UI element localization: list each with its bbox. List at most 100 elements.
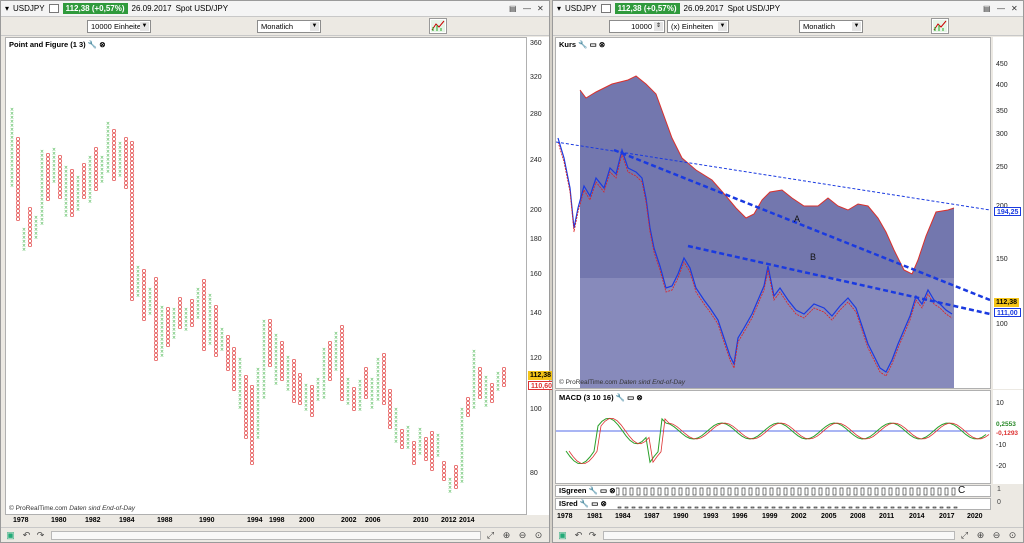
close-icon[interactable]: ✕ [1011,4,1018,13]
pnf-o-mark [153,284,159,290]
isred-panel[interactable]: ISred 🔧 ▭ ⊗ [555,498,991,510]
chart-settings-icon[interactable]: ▣ [5,530,16,541]
undo-icon[interactable]: ↶ [21,530,32,541]
wrench-icon[interactable]: 🔧 [589,486,598,495]
units-select[interactable]: (x) Einheiten ▼ [667,20,729,33]
pnf-o-mark [213,340,219,346]
zoom-fit-icon[interactable]: ⤢ [485,530,496,541]
close-icon[interactable]: ✕ [537,4,544,13]
pnf-o-mark [429,442,435,448]
zoom-fit-icon[interactable]: ⤢ [959,530,970,541]
isgreen-panel[interactable]: ISgreen 🔧 ▭ ⊗ C [555,485,991,497]
close-icon[interactable]: ⊗ [599,40,605,49]
symbol-label[interactable]: USDJPY [13,4,45,13]
window-icon[interactable]: ▭ [590,40,597,49]
window-icon[interactable]: ▭ [600,486,607,495]
pnf-o-mark [201,322,207,328]
pnf-o-mark [249,424,255,430]
minimize-icon[interactable]: — [523,4,531,13]
pnf-o-mark [93,182,99,188]
window-icon[interactable]: ▭ [627,393,634,402]
wrench-icon[interactable]: 🔧 [580,499,589,508]
window-icon[interactable]: ▭ [591,499,598,508]
pnf-o-mark [141,280,147,286]
horizontal-scrollbar[interactable] [51,531,481,540]
pnf-o-mark [225,366,231,372]
close-icon[interactable]: ⊗ [636,393,642,402]
price-band-fade [580,278,954,388]
window-menu-icon[interactable]: ▤ [509,4,517,13]
zoom-in-icon[interactable]: ⊕ [975,530,986,541]
symbol-dropdown-icon[interactable]: ▾ [5,4,9,13]
pnf-o-mark [213,344,219,350]
period-select[interactable]: Monatlich ▼ [257,20,321,33]
quantity-stepper[interactable]: 10000 ⇕ [609,20,665,33]
isgreen-bar [902,487,907,496]
pnf-o-mark [213,332,219,338]
redo-icon[interactable]: ↷ [35,530,46,541]
stepper-icon[interactable]: ⇕ [654,22,663,31]
symbol-label[interactable]: USDJPY [565,4,597,13]
pnf-o-mark [57,178,63,184]
pnf-o-mark [243,430,249,436]
chevron-down-icon[interactable]: ▼ [140,22,149,31]
pnf-o-mark [153,352,159,358]
pnf-o-mark [201,278,207,284]
pnf-o-mark [201,298,207,304]
pnf-o-mark [153,340,159,346]
pnf-x-mark: × [436,453,440,459]
isgreen-bar [755,487,760,496]
price-chart-panel[interactable]: Kurs 🔧 ▭ ⊗ A B © ProRealTime.com Daten s… [555,37,991,389]
pnf-o-mark [339,344,345,350]
zoom-reset-icon[interactable]: ⊙ [1007,530,1018,541]
chevron-down-icon[interactable]: ▼ [718,22,727,31]
isgreen-bar [699,487,704,496]
period-select[interactable]: Monatlich ▼ [799,20,863,33]
chart-type-icon[interactable] [931,18,949,34]
isred-bar [855,506,860,509]
zoom-out-icon[interactable]: ⊖ [517,530,528,541]
pnf-x-mark: × [160,353,164,359]
horizontal-scrollbar[interactable] [603,531,955,540]
chevron-down-icon[interactable]: ▼ [310,22,319,31]
pnf-o-mark [441,476,447,482]
chart-type-icon[interactable] [429,18,447,34]
units-select[interactable]: 10000 Einheiten ▼ [87,20,151,33]
isred-bar [729,506,734,509]
y-tick: 180 [530,236,542,243]
zoom-reset-icon[interactable]: ⊙ [533,530,544,541]
window-menu-icon[interactable]: ▤ [983,4,991,13]
isgreen-bar [678,487,683,496]
chart-settings-icon[interactable]: ▣ [557,530,568,541]
chevron-down-icon[interactable]: ▼ [852,22,861,31]
undo-icon[interactable]: ↶ [573,530,584,541]
close-icon[interactable]: ⊗ [600,499,606,508]
pnf-x-mark: × [64,213,68,219]
pnf-o-mark [249,420,255,426]
data-note: Daten sind End-of-Day [69,505,135,512]
pnf-o-mark [81,170,87,176]
redo-icon[interactable]: ↷ [587,530,598,541]
wrench-icon[interactable]: 🔧 [578,40,587,49]
zoom-in-icon[interactable]: ⊕ [501,530,512,541]
isred-bar [624,506,629,509]
pnf-o-mark [57,166,63,172]
pnf-o-mark [363,366,369,372]
zoom-out-icon[interactable]: ⊖ [991,530,1002,541]
wrench-icon[interactable]: 🔧 [616,393,625,402]
y-tick: 200 [530,207,542,214]
symbol-dropdown-icon[interactable]: ▾ [557,4,561,13]
pnf-chart-panel[interactable]: Point and Figure (1 3) 🔧 ⊗ × × × × × × × × × × × × ×… [5,37,527,515]
y-axis[interactable]: 360 320 280 240 200 180 160 140 120 100 … [527,37,549,515]
info-icon[interactable] [48,4,59,13]
info-icon[interactable] [600,4,611,13]
pnf-o-mark [327,348,333,354]
pnf-o-mark [231,358,237,364]
close-icon[interactable]: ⊗ [609,486,615,495]
pnf-x-mark: × [394,439,398,445]
minimize-icon[interactable]: — [997,4,1005,13]
isgreen-bar [783,487,788,496]
macd-panel[interactable]: MACD (3 10 16) 🔧 ▭ ⊗ [555,390,991,484]
pnf-o-mark [267,330,273,336]
pnf-o-mark [399,432,405,438]
